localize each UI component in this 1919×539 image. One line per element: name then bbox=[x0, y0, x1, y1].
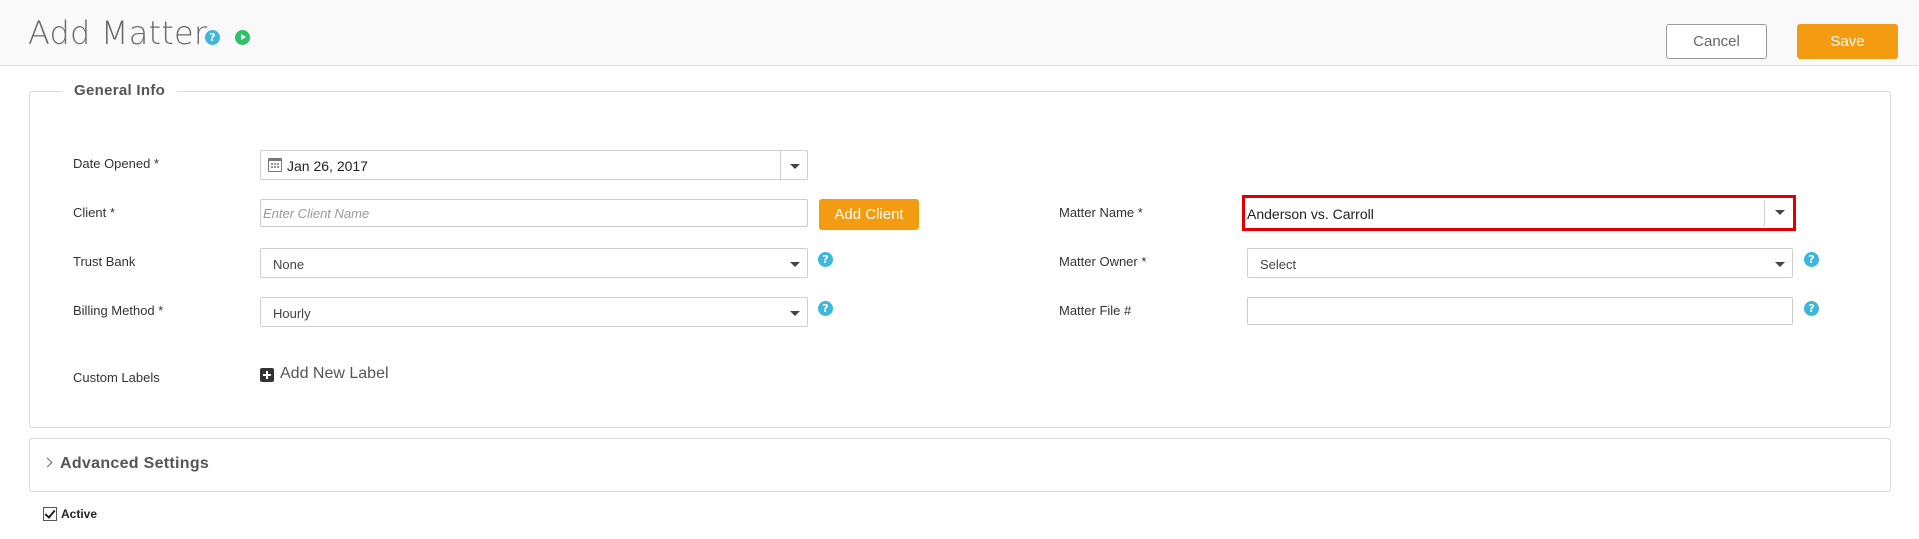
matter-owner-label: Matter Owner * bbox=[1059, 254, 1147, 269]
matter-name-label: Matter Name * bbox=[1059, 205, 1143, 220]
billing-method-value: Hourly bbox=[273, 306, 311, 321]
help-icon[interactable]: ? bbox=[818, 252, 833, 267]
chevron-down-icon[interactable] bbox=[790, 262, 800, 267]
add-new-label-link[interactable]: Add New Label bbox=[280, 365, 389, 383]
matter-file-input[interactable] bbox=[1247, 297, 1793, 325]
date-opened-value: Jan 26, 2017 bbox=[287, 158, 368, 174]
help-icon[interactable]: ? bbox=[1804, 301, 1819, 316]
advanced-settings-title: Advanced Settings bbox=[60, 455, 210, 472]
plus-square-icon[interactable] bbox=[260, 368, 274, 382]
billing-method-select[interactable]: Hourly bbox=[260, 297, 808, 327]
advanced-settings-panel[interactable]: Advanced Settings bbox=[29, 438, 1891, 492]
chevron-down-icon[interactable] bbox=[790, 164, 800, 169]
matter-owner-select[interactable]: Select bbox=[1247, 248, 1793, 278]
client-name-input[interactable] bbox=[260, 199, 808, 227]
save-button[interactable]: Save bbox=[1797, 24, 1898, 59]
custom-labels-label: Custom Labels bbox=[73, 370, 160, 385]
trust-bank-select[interactable]: None bbox=[260, 248, 808, 278]
matter-name-field[interactable]: Anderson vs. Carroll bbox=[1242, 195, 1796, 231]
page-header: Add Matter ? Cancel Save bbox=[0, 0, 1919, 66]
matter-name-value: Anderson vs. Carroll bbox=[1247, 206, 1374, 222]
active-checkbox[interactable] bbox=[43, 507, 57, 521]
add-client-button[interactable]: Add Client bbox=[819, 199, 919, 230]
chevron-down-icon[interactable] bbox=[790, 311, 800, 316]
matter-file-label: Matter File # bbox=[1059, 303, 1132, 318]
help-icon[interactable]: ? bbox=[1804, 252, 1819, 267]
general-info-legend: General Info bbox=[62, 82, 178, 99]
help-icon[interactable]: ? bbox=[205, 30, 220, 45]
trust-bank-label: Trust Bank bbox=[73, 254, 136, 269]
client-label: Client * bbox=[73, 205, 115, 220]
chevron-down-icon[interactable] bbox=[1775, 262, 1785, 267]
page-title: Add Matter bbox=[28, 14, 208, 52]
cancel-button[interactable]: Cancel bbox=[1666, 24, 1767, 59]
trust-bank-value: None bbox=[273, 257, 305, 272]
active-label: Active bbox=[61, 507, 98, 521]
date-opened-field[interactable]: Jan 26, 2017 bbox=[260, 150, 808, 180]
calendar-icon bbox=[268, 158, 282, 172]
matter-owner-value: Select bbox=[1260, 257, 1297, 272]
billing-method-label: Billing Method * bbox=[73, 303, 164, 318]
chevron-right-icon bbox=[42, 457, 53, 468]
play-video-icon[interactable] bbox=[235, 30, 250, 45]
chevron-down-icon[interactable] bbox=[1775, 210, 1785, 215]
help-icon[interactable]: ? bbox=[818, 301, 833, 316]
date-opened-label: Date Opened * bbox=[73, 156, 160, 171]
